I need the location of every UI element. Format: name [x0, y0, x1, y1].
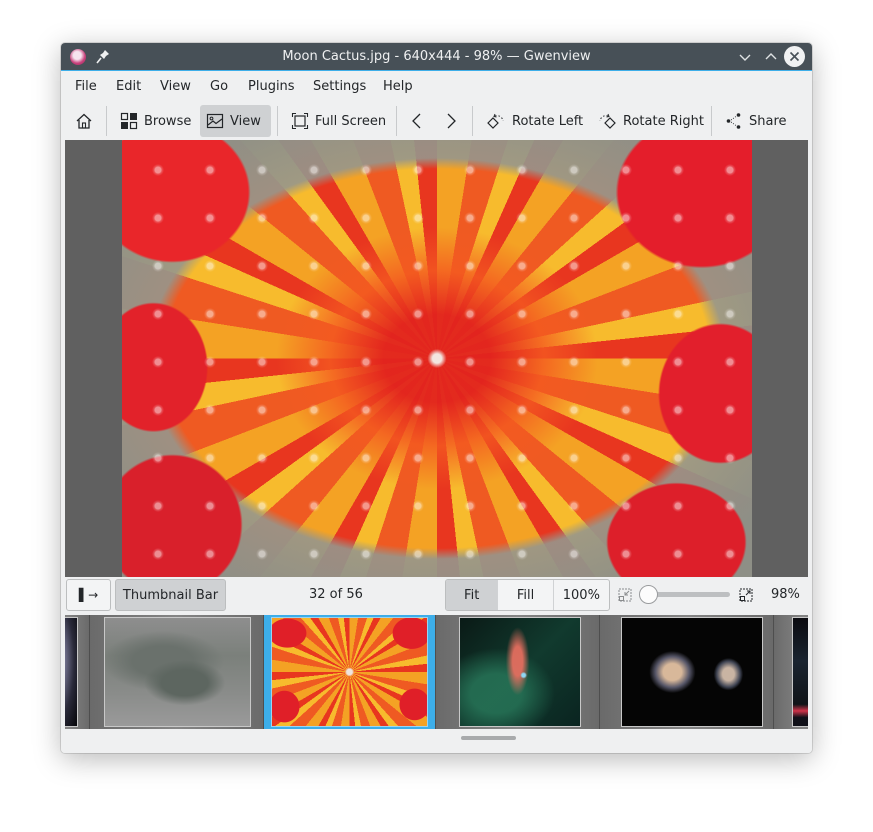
image-icon [206, 113, 224, 129]
gwenview-window: Moon Cactus.jpg - 640x444 - 98% — Gwenvi… [61, 43, 812, 753]
zoom-100-label: 100% [562, 587, 600, 603]
browse-label: Browse [144, 113, 192, 129]
menu-go[interactable]: Go [210, 79, 228, 94]
menu-help[interactable]: Help [383, 79, 413, 94]
menu-view[interactable]: View [160, 79, 191, 94]
zoom-level-readout: 98% [771, 587, 800, 602]
share-icon [726, 113, 741, 129]
title-bar[interactable]: Moon Cactus.jpg - 640x444 - 98% — Gwenvi… [61, 43, 812, 71]
chevron-left-icon [412, 113, 421, 129]
view-button[interactable]: View [200, 105, 271, 137]
main-toolbar: Browse View Full Screen Rotate Left Rota… [61, 102, 812, 140]
toolbar-separator [711, 106, 712, 136]
thumbnail-image-space [792, 617, 808, 727]
toolbar-separator [396, 106, 397, 136]
rotate-left-label: Rotate Left [512, 113, 584, 129]
close-button[interactable] [784, 46, 805, 67]
thumbnail-item[interactable] [90, 615, 264, 729]
photo-spine-layer [122, 140, 752, 577]
browse-button[interactable]: Browse [114, 105, 197, 137]
share-label: Share [749, 113, 787, 129]
close-icon [789, 51, 800, 62]
thumbnail-image-cactus [271, 617, 428, 727]
thumbnail-item-selected[interactable] [264, 615, 436, 729]
thumbnail-item[interactable] [436, 615, 600, 729]
rotate-right-label: Rotate Right [623, 113, 704, 129]
thumbnail-item[interactable] [65, 615, 90, 729]
rotate-left-button[interactable]: Rotate Left [480, 105, 589, 137]
thumbnail-image-galaxies [621, 617, 763, 727]
thumbnail-image-forest [104, 617, 251, 727]
thumbnail-bar-label: Thumbnail Bar [122, 587, 219, 603]
image-counter: 32 of 56 [309, 587, 363, 602]
rotate-left-icon [487, 113, 504, 129]
menu-bar: File Edit View Go Plugins Settings Help [61, 72, 812, 102]
window-title: Moon Cactus.jpg - 640x444 - 98% — Gwenvi… [282, 49, 591, 64]
thumbnail-image-galaxy [65, 617, 78, 727]
chevron-right-icon [447, 113, 456, 129]
toolbar-separator [472, 106, 473, 136]
chevron-down-icon [739, 54, 751, 61]
fullscreen-icon [291, 112, 309, 130]
toolbar-separator [106, 106, 107, 136]
browse-grid-icon [120, 112, 138, 130]
thumbnail-bar[interactable] [65, 615, 808, 729]
menu-edit[interactable]: Edit [116, 79, 141, 94]
fullscreen-label: Full Screen [315, 113, 387, 129]
sidebar-toggle-button[interactable]: ▌→ [66, 579, 111, 611]
view-label: View [230, 113, 261, 129]
zoom-slider-handle[interactable] [639, 585, 658, 604]
home-button[interactable] [69, 105, 99, 137]
home-icon [76, 113, 92, 129]
zoom-fit-button[interactable]: Fit [446, 580, 499, 610]
zoom-in-icon [739, 588, 753, 602]
chevron-up-icon [765, 53, 777, 60]
previous-button[interactable] [403, 105, 431, 137]
thumbnail-scrollbar[interactable] [61, 729, 812, 753]
thumbnail-bar-toggle[interactable]: Thumbnail Bar [115, 579, 226, 611]
toolbar-separator [277, 106, 278, 136]
thumbnail-item[interactable] [600, 615, 774, 729]
status-bar: ▌→ Thumbnail Bar 32 of 56 Fit Fill 100% … [61, 577, 812, 615]
zoom-100-button[interactable]: 100% [554, 580, 609, 610]
menu-plugins[interactable]: Plugins [248, 79, 295, 94]
menu-file[interactable]: File [75, 79, 97, 94]
rotate-right-icon [599, 113, 616, 129]
image-viewer[interactable] [65, 140, 808, 577]
zoom-fit-label: Fit [464, 587, 480, 603]
zoom-out-icon [618, 588, 632, 602]
next-button[interactable] [437, 105, 465, 137]
scrollbar-handle[interactable] [461, 736, 516, 740]
minimize-button[interactable] [735, 47, 755, 67]
maximize-button[interactable] [761, 47, 781, 67]
thumbnail-image-nebula [459, 617, 581, 727]
zoom-out-button[interactable] [618, 588, 632, 606]
share-button[interactable]: Share [719, 105, 793, 137]
zoom-slider-track[interactable] [646, 592, 730, 597]
zoom-in-button[interactable] [739, 588, 753, 606]
menu-settings[interactable]: Settings [313, 79, 366, 94]
fullscreen-button[interactable]: Full Screen [285, 105, 392, 137]
zoom-mode-group: Fit Fill 100% [445, 579, 610, 611]
zoom-fill-button[interactable]: Fill [498, 580, 554, 610]
sidebar-toggle-icon: ▌→ [78, 588, 99, 602]
zoom-fill-label: Fill [516, 587, 535, 603]
rotate-right-button[interactable]: Rotate Right [591, 105, 710, 137]
moon-cactus-photo[interactable] [122, 140, 752, 577]
thumbnail-item[interactable] [774, 615, 808, 729]
